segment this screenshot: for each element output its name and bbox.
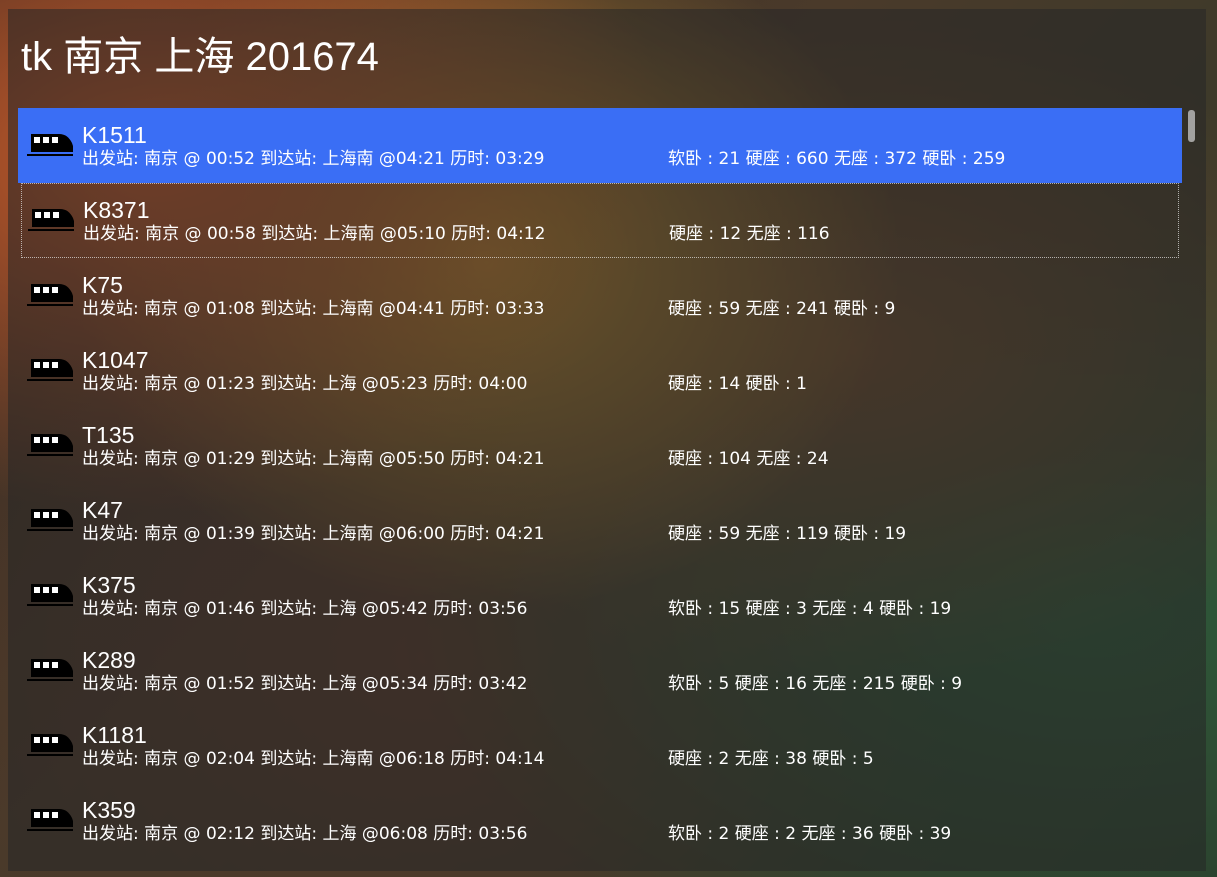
train-result-item[interactable]: K1181 出发站: 南京 @ 02:04 到达站: 上海南 @06:18 历时…	[18, 708, 1182, 783]
query-title[interactable]: tk 南京 上海 201674	[21, 33, 379, 81]
train-number: K375	[82, 572, 136, 598]
train-result-item[interactable]: K289 出发站: 南京 @ 01:52 到达站: 上海 @05:34 历时: …	[18, 633, 1182, 708]
train-number: K47	[82, 497, 123, 523]
launcher-panel: tk 南京 上海 201674 K1511 出发站: 南京 @ 00:52 到达…	[8, 9, 1206, 871]
train-number: K75	[82, 272, 123, 298]
train-number: K1047	[82, 347, 149, 373]
train-icon	[27, 584, 73, 606]
train-seats: 硬座 : 12 无座 : 116	[669, 224, 830, 244]
train-icon	[27, 509, 73, 531]
train-seats: 硬座 : 14 硬卧 : 1	[668, 374, 807, 394]
train-seats: 硬座 : 2 无座 : 38 硬卧 : 5	[668, 749, 874, 769]
train-route: 出发站: 南京 @ 01:46 到达站: 上海 @05:42 历时: 03:56	[82, 599, 528, 619]
train-result-item[interactable]: K75 出发站: 南京 @ 01:08 到达站: 上海南 @04:41 历时: …	[18, 258, 1182, 333]
results-list: K1511 出发站: 南京 @ 00:52 到达站: 上海南 @04:21 历时…	[18, 108, 1182, 868]
train-icon	[27, 359, 73, 381]
train-number: K289	[82, 647, 136, 673]
train-route: 出发站: 南京 @ 00:58 到达站: 上海南 @05:10 历时: 04:1…	[83, 224, 546, 244]
train-seats: 硬座 : 59 无座 : 119 硬卧 : 19	[668, 524, 907, 544]
train-icon	[27, 734, 73, 756]
train-icon	[27, 809, 73, 831]
train-route: 出发站: 南京 @ 01:29 到达站: 上海南 @05:50 历时: 04:2…	[82, 449, 545, 469]
train-result-item[interactable]: K8371 出发站: 南京 @ 00:58 到达站: 上海南 @05:10 历时…	[21, 183, 1179, 258]
train-icon	[27, 659, 73, 681]
train-seats: 软卧 : 21 硬座 : 660 无座 : 372 硬卧 : 259	[668, 149, 1006, 169]
train-result-item[interactable]: T135 出发站: 南京 @ 01:29 到达站: 上海南 @05:50 历时:…	[18, 408, 1182, 483]
scrollbar-thumb[interactable]	[1188, 110, 1195, 142]
train-number: T135	[82, 422, 135, 448]
train-result-item[interactable]: K1047 出发站: 南京 @ 01:23 到达站: 上海 @05:23 历时:…	[18, 333, 1182, 408]
train-number: K1511	[82, 122, 147, 148]
train-route: 出发站: 南京 @ 01:08 到达站: 上海南 @04:41 历时: 03:3…	[82, 299, 545, 319]
train-route: 出发站: 南京 @ 00:52 到达站: 上海南 @04:21 历时: 03:2…	[82, 149, 545, 169]
train-route: 出发站: 南京 @ 02:12 到达站: 上海 @06:08 历时: 03:56	[82, 824, 528, 844]
train-seats: 硬座 : 59 无座 : 241 硬卧 : 9	[668, 299, 896, 319]
train-icon	[28, 209, 74, 231]
train-seats: 软卧 : 5 硬座 : 16 无座 : 215 硬卧 : 9	[668, 674, 963, 694]
train-seats: 软卧 : 15 硬座 : 3 无座 : 4 硬卧 : 19	[668, 599, 952, 619]
train-number: K1181	[82, 722, 147, 748]
train-result-item[interactable]: K47 出发站: 南京 @ 01:39 到达站: 上海南 @06:00 历时: …	[18, 483, 1182, 558]
train-icon	[27, 434, 73, 456]
train-number: K359	[82, 797, 136, 823]
train-icon	[27, 134, 73, 156]
train-result-item[interactable]: K359 出发站: 南京 @ 02:12 到达站: 上海 @06:08 历时: …	[18, 783, 1182, 858]
train-number: K8371	[83, 197, 150, 223]
train-route: 出发站: 南京 @ 02:04 到达站: 上海南 @06:18 历时: 04:1…	[82, 749, 545, 769]
train-route: 出发站: 南京 @ 01:39 到达站: 上海南 @06:00 历时: 04:2…	[82, 524, 545, 544]
train-route: 出发站: 南京 @ 01:52 到达站: 上海 @05:34 历时: 03:42	[82, 674, 528, 694]
train-result-item[interactable]: K375 出发站: 南京 @ 01:46 到达站: 上海 @05:42 历时: …	[18, 558, 1182, 633]
train-seats: 硬座 : 104 无座 : 24	[668, 449, 829, 469]
train-icon	[27, 284, 73, 306]
train-result-item[interactable]: K1511 出发站: 南京 @ 00:52 到达站: 上海南 @04:21 历时…	[18, 108, 1182, 183]
train-seats: 软卧 : 2 硬座 : 2 无座 : 36 硬卧 : 39	[668, 824, 952, 844]
train-route: 出发站: 南京 @ 01:23 到达站: 上海 @05:23 历时: 04:00	[82, 374, 528, 394]
